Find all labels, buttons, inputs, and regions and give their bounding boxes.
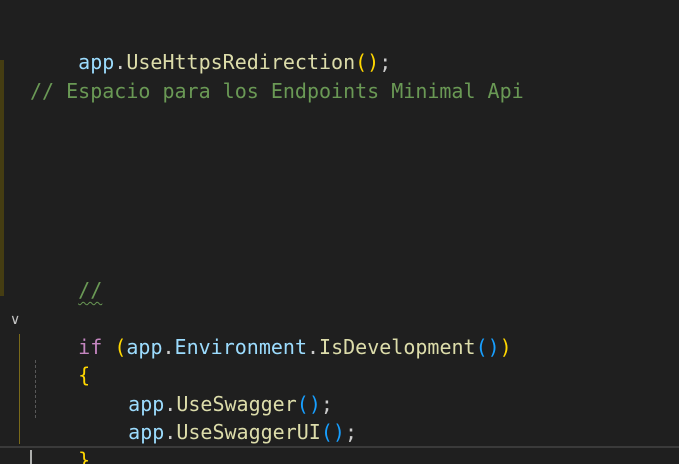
semicolon: ; bbox=[344, 420, 357, 444]
current-line-highlight bbox=[0, 446, 679, 464]
method-is-development: IsDevelopment bbox=[319, 335, 476, 359]
code-line-use-https-redirection[interactable]: app.UseHttpsRedirection(); bbox=[30, 20, 391, 74]
method-use-swagger-ui: UseSwaggerUI bbox=[176, 420, 321, 444]
identifier-app: app bbox=[126, 335, 163, 359]
code-line-empty-comment[interactable]: // bbox=[30, 248, 102, 302]
identifier-app: app bbox=[128, 420, 165, 444]
method-use-https-redirection: UseHttpsRedirection bbox=[126, 50, 356, 74]
comment-with-warning: // bbox=[78, 278, 103, 302]
code-line-if-is-development[interactable]: if (app.Environment.IsDevelopment()) bbox=[30, 305, 512, 359]
dot: . bbox=[306, 335, 320, 359]
code-line-use-swagger-ui[interactable]: app.UseSwaggerUI(); bbox=[80, 390, 357, 444]
fold-chevron-icon[interactable]: ∨ bbox=[10, 306, 20, 334]
property-environment: Environment bbox=[174, 335, 307, 359]
modified-lines-indicator bbox=[0, 60, 4, 296]
dot: . bbox=[164, 420, 177, 444]
close-paren: ) bbox=[367, 50, 380, 74]
code-line-close-brace[interactable]: } bbox=[30, 418, 90, 464]
code-line-comment-endpoints[interactable]: // Espacio para los Endpoints Minimal Ap… bbox=[30, 77, 524, 105]
code-editor[interactable]: app.UseHttpsRedirection(); // Espacio pa… bbox=[0, 0, 679, 464]
identifier-app: app bbox=[78, 50, 115, 74]
open-paren: ( bbox=[114, 335, 127, 359]
close-paren-inner: ) bbox=[487, 335, 500, 359]
dot: . bbox=[114, 50, 127, 74]
open-paren-inner: ( bbox=[475, 335, 488, 359]
open-paren: ( bbox=[355, 50, 368, 74]
dot: . bbox=[162, 335, 175, 359]
semicolon: ; bbox=[379, 50, 392, 74]
close-paren: ) bbox=[332, 420, 345, 444]
code-line-use-swagger[interactable]: app.UseSwagger(); bbox=[80, 362, 333, 416]
code-line-open-brace[interactable]: { bbox=[30, 333, 90, 387]
open-paren: ( bbox=[320, 420, 333, 444]
close-paren: ) bbox=[499, 335, 512, 359]
bracket-pair-guide bbox=[19, 334, 20, 444]
text-caret bbox=[30, 450, 32, 464]
